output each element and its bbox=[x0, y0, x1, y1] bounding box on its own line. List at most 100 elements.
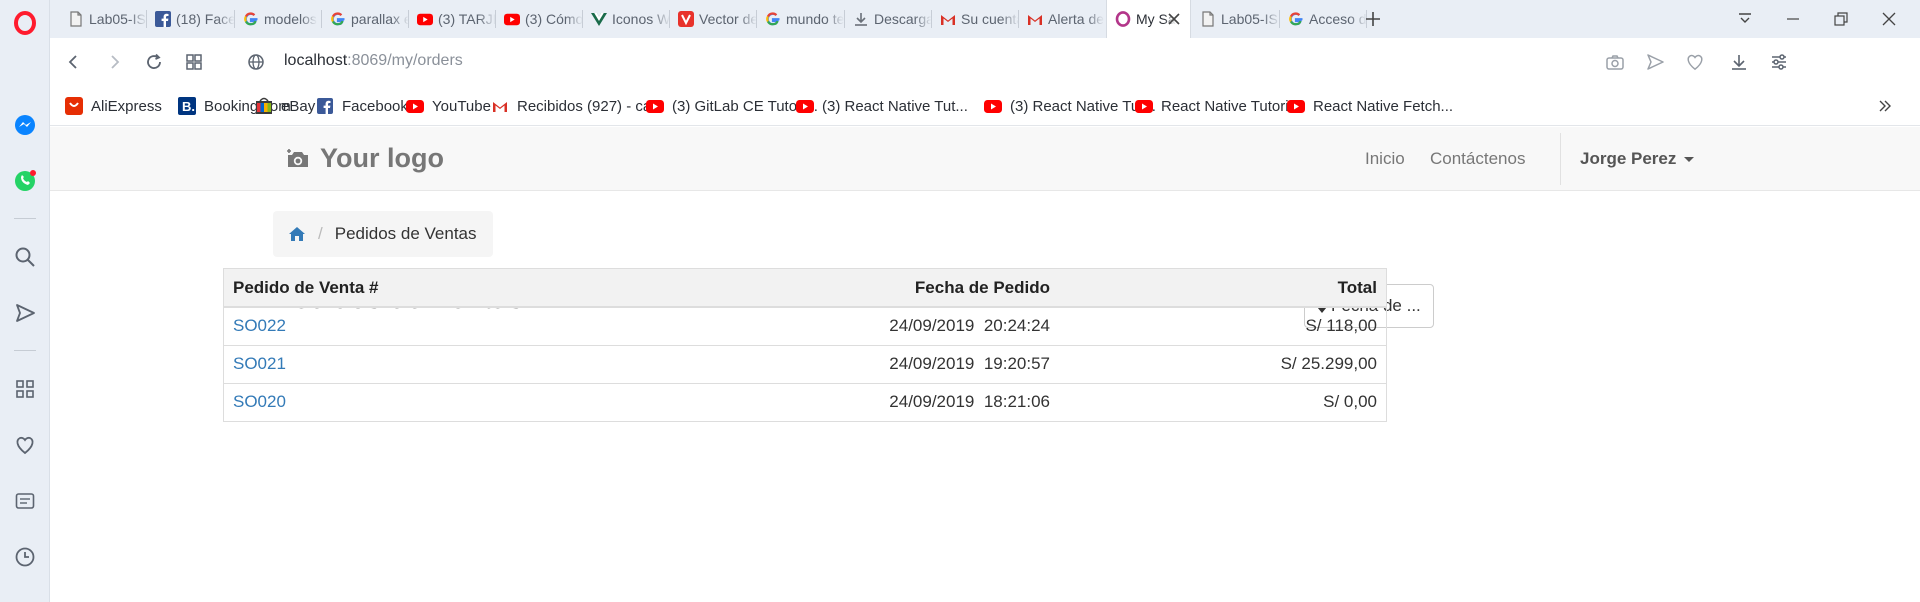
tab[interactable]: Acceso de bbox=[1280, 0, 1367, 38]
nav-link-contact[interactable]: Contáctenos bbox=[1430, 149, 1525, 169]
site-logo[interactable]: Your logo bbox=[285, 143, 444, 174]
home-icon[interactable] bbox=[289, 227, 305, 241]
breadcrumb: / Pedidos de Ventas bbox=[273, 211, 493, 257]
nav-link-home[interactable]: Inicio bbox=[1365, 149, 1405, 169]
youtube-icon bbox=[1135, 97, 1153, 115]
close-window-icon[interactable] bbox=[1866, 0, 1912, 38]
easy-setup-icon[interactable] bbox=[1768, 51, 1790, 73]
bookmark-item[interactable]: Facebook bbox=[316, 86, 408, 126]
google-icon bbox=[330, 11, 346, 27]
tab[interactable]: (3) TARJE bbox=[409, 0, 496, 38]
youtube-icon bbox=[504, 11, 520, 27]
order-link[interactable]: SO020 bbox=[233, 392, 286, 411]
restore-icon[interactable] bbox=[1818, 0, 1864, 38]
camera-icon[interactable] bbox=[1604, 51, 1626, 73]
forward-icon[interactable] bbox=[102, 50, 126, 74]
search-icon[interactable] bbox=[12, 244, 38, 270]
tab[interactable]: (18) Faceb bbox=[147, 0, 235, 38]
history-icon[interactable] bbox=[12, 544, 38, 570]
logo-text: Your logo bbox=[320, 143, 444, 173]
tab[interactable]: Descarga bbox=[845, 0, 932, 38]
booking-icon: B. bbox=[178, 97, 196, 115]
table-row[interactable]: SO020 24/09/2019 18:21:06 S/ 0,00 bbox=[224, 382, 1386, 421]
user-menu[interactable]: Jorge Perez bbox=[1580, 149, 1695, 169]
bookmark-item[interactable]: AliExpress bbox=[65, 86, 162, 126]
close-tab-icon[interactable] bbox=[1166, 11, 1182, 27]
news-icon[interactable] bbox=[12, 488, 38, 514]
table-row[interactable]: SO021 24/09/2019 19:20:57 S/ 25.299,00 bbox=[224, 344, 1386, 383]
send-icon[interactable] bbox=[12, 300, 38, 326]
opera-menu-icon[interactable] bbox=[12, 10, 38, 36]
tab[interactable]: parallax e bbox=[322, 0, 409, 38]
youtube-icon bbox=[417, 11, 433, 27]
bookmark-label: YouTube bbox=[432, 97, 491, 115]
sidebar-divider bbox=[14, 218, 36, 219]
tab-label: (3) Cómo bbox=[525, 11, 583, 27]
bookmark-item[interactable]: Recibidos (927) - ca... bbox=[491, 86, 664, 126]
bookmark-item[interactable]: React Native Tutori... bbox=[1135, 86, 1301, 126]
tab[interactable]: modelos bbox=[235, 0, 322, 38]
order-total: S/ 0,00 bbox=[1059, 382, 1386, 421]
bookmark-item[interactable]: eBay bbox=[255, 86, 315, 126]
tab-label: Descarga bbox=[874, 11, 932, 27]
vue-icon bbox=[591, 11, 607, 27]
downloads-icon[interactable] bbox=[1728, 51, 1750, 73]
google-icon bbox=[765, 11, 781, 27]
tab-active[interactable]: My Sa bbox=[1106, 0, 1191, 38]
order-link[interactable]: SO021 bbox=[233, 354, 286, 373]
reload-icon[interactable] bbox=[142, 50, 166, 74]
bookmark-item[interactable]: (3) React Native Tut... bbox=[796, 86, 968, 126]
tab[interactable]: Su cuenta bbox=[932, 0, 1019, 38]
tab-menu-icon[interactable] bbox=[1722, 0, 1768, 38]
tabs-grid-icon[interactable] bbox=[182, 50, 206, 74]
breadcrumb-separator: / bbox=[318, 224, 323, 243]
bookmarks-overflow-icon[interactable] bbox=[1878, 86, 1892, 126]
site-navbar: Your logo Inicio Contáctenos Jorge Perez bbox=[50, 127, 1920, 191]
bookmarks-bar: AliExpress B. Booking.com eBay Facebook YouTu… bbox=[50, 86, 1920, 126]
tab[interactable]: mundo te bbox=[757, 0, 845, 38]
table-row[interactable]: SO022 24/09/2019 20:24:24 S/ 118,00 bbox=[224, 306, 1386, 345]
order-link[interactable]: SO022 bbox=[233, 316, 286, 335]
bookmark-item[interactable]: YouTube bbox=[406, 86, 491, 126]
tab[interactable]: Alerta de bbox=[1019, 0, 1106, 38]
tab-strip: Lab05-ISE (18) Faceb modelos parallax e (3) … bbox=[50, 0, 1920, 38]
heart-icon[interactable] bbox=[12, 432, 38, 458]
google-icon bbox=[243, 11, 259, 27]
minimize-icon[interactable] bbox=[1770, 0, 1816, 38]
tab[interactable]: Vector de bbox=[670, 0, 757, 38]
google-icon bbox=[1288, 11, 1304, 27]
download-icon bbox=[853, 11, 869, 27]
bookmark-heart-icon[interactable] bbox=[1684, 51, 1706, 73]
bookmark-label: React Native Tutori... bbox=[1161, 97, 1302, 115]
bookmark-item[interactable]: (3) React Native Tut... bbox=[984, 86, 1156, 126]
user-name: Jorge Perez bbox=[1580, 149, 1677, 168]
caret-down-icon bbox=[1684, 156, 1695, 162]
gmail-icon bbox=[940, 11, 956, 27]
gmail-icon bbox=[1027, 11, 1043, 27]
whatsapp-icon[interactable] bbox=[12, 168, 38, 194]
url-field[interactable]: localhost:8069/my/orders bbox=[284, 52, 463, 70]
breadcrumb-current: Pedidos de Ventas bbox=[334, 224, 477, 243]
orders-table: Pedido de Venta # Fecha de Pedido Total … bbox=[223, 268, 1387, 422]
camera-icon bbox=[285, 147, 311, 171]
column-header-order: Pedido de Venta # bbox=[224, 269, 784, 308]
order-date: 24/09/2019 20:24:24 bbox=[784, 306, 1059, 345]
tab-label: Lab05-ISE bbox=[89, 11, 147, 27]
back-icon[interactable] bbox=[62, 50, 86, 74]
url-path: :8069/my/orders bbox=[347, 52, 463, 69]
address-bar: localhost:8069/my/orders bbox=[50, 38, 1920, 86]
new-tab-icon[interactable] bbox=[1358, 0, 1388, 38]
tab[interactable]: (3) Cómo bbox=[496, 0, 583, 38]
tab-label: Vector de bbox=[699, 11, 757, 27]
facebook-icon bbox=[155, 11, 171, 27]
bookmark-item[interactable]: React Native Fetch... bbox=[1287, 86, 1453, 126]
send-page-icon[interactable] bbox=[1644, 51, 1666, 73]
messenger-icon[interactable] bbox=[12, 112, 38, 138]
document-icon bbox=[68, 11, 84, 27]
vector-icon bbox=[678, 11, 694, 27]
speed-dial-icon[interactable] bbox=[12, 376, 38, 402]
tab[interactable]: Iconos W bbox=[583, 0, 670, 38]
tab[interactable]: Lab05-ISE bbox=[60, 0, 147, 38]
bookmark-item[interactable]: (3) GitLab CE Tutori... bbox=[646, 86, 818, 126]
tab[interactable]: Lab05-ISE bbox=[1192, 0, 1280, 38]
